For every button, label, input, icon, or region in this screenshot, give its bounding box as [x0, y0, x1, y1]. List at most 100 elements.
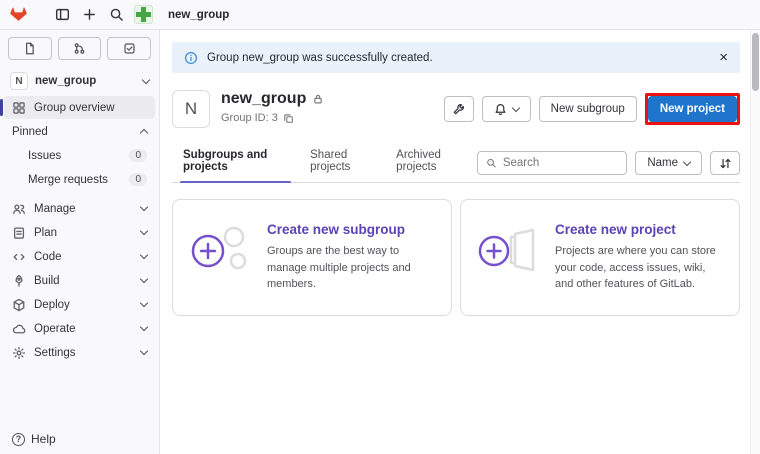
- chevron-down-icon: [139, 322, 149, 332]
- users-icon: [12, 202, 26, 216]
- scrollbar[interactable]: [750, 30, 760, 454]
- sidebar-item-merge-requests[interactable]: Merge requests 0: [4, 168, 155, 191]
- create-subgroup-link[interactable]: Create new subgroup: [267, 222, 435, 237]
- close-icon[interactable]: ×: [719, 50, 728, 65]
- card-text: Create new project Projects are where yo…: [555, 222, 723, 293]
- sidebar: N new_group Group overview Pinned Issues…: [0, 30, 160, 454]
- help-icon: ?: [12, 432, 25, 446]
- group-avatar: N: [10, 72, 28, 90]
- cloud-icon: [12, 322, 26, 336]
- chevron-down-icon: [141, 75, 151, 84]
- issues-count-badge: 0: [129, 149, 147, 162]
- sidebar-item-label: Build: [34, 274, 60, 287]
- sidebar-item-label: Merge requests: [28, 173, 108, 186]
- chevron-down-icon: [139, 298, 149, 308]
- group-id-label: Group ID: 3: [221, 112, 278, 124]
- overview-grid-icon: [12, 101, 26, 115]
- rocket-icon: [12, 274, 26, 288]
- sort-direction-button[interactable]: [710, 151, 740, 175]
- lock-icon: [314, 94, 323, 104]
- sidebar-item-label: Manage: [34, 202, 76, 215]
- sidebar-item-settings[interactable]: Settings: [4, 341, 155, 364]
- sidebar-item-build[interactable]: Build: [4, 269, 155, 292]
- sidebar-toggle-icon[interactable]: [53, 6, 71, 24]
- alert-message: Group new_group was successfully created…: [207, 51, 433, 64]
- sidebar-item-label: Code: [34, 250, 62, 263]
- help-button[interactable]: ? Help: [0, 432, 68, 446]
- sidebar-section-label: Pinned: [12, 125, 48, 138]
- topbar-icon-group: [53, 5, 153, 24]
- tab-subgroups-and-projects[interactable]: Subgroups and projects: [172, 141, 299, 183]
- filter-controls: Name: [477, 151, 740, 182]
- header-actions: New subgroup New project: [443, 93, 740, 125]
- user-avatar[interactable]: [134, 5, 153, 24]
- clipboard-icon: [12, 226, 26, 240]
- sidebar-group-switcher[interactable]: N new_group: [4, 68, 155, 94]
- sort-by-dropdown[interactable]: Name: [635, 151, 702, 175]
- gitlab-logo-icon[interactable]: [9, 6, 27, 24]
- chevron-down-icon: [139, 226, 149, 236]
- create-project-card: Create new project Projects are where yo…: [460, 199, 740, 316]
- merge-request-shortcut-button[interactable]: [57, 37, 102, 60]
- topbar-left: [0, 5, 160, 24]
- sort-direction-icon: [720, 158, 730, 168]
- create-subgroup-card: Create new subgroup Groups are the best …: [172, 199, 452, 316]
- sidebar-item-label: Issues: [28, 149, 62, 162]
- top-bar: new_group: [0, 0, 760, 30]
- sidebar-section-pinned[interactable]: Pinned: [4, 120, 155, 143]
- bell-icon: [495, 103, 506, 115]
- search-input[interactable]: [502, 157, 619, 169]
- subgroup-illustration-icon: [191, 226, 247, 270]
- new-subgroup-button[interactable]: New subgroup: [538, 96, 637, 122]
- group-name: new_group: [35, 75, 97, 87]
- active-indicator: [0, 99, 3, 116]
- card-text: Create new subgroup Groups are the best …: [267, 222, 435, 293]
- chevron-down-icon: [139, 250, 149, 260]
- scrollbar-thumb[interactable]: [752, 33, 759, 91]
- todo-shortcut-button[interactable]: [107, 37, 152, 60]
- sidebar-item-plan[interactable]: Plan: [4, 221, 155, 244]
- tabs-row: Subgroups and projects Shared projects A…: [172, 141, 740, 183]
- main-content: Group new_group was successfully created…: [160, 30, 750, 454]
- empty-state-cards: Create new subgroup Groups are the best …: [172, 199, 740, 316]
- notifications-dropdown-button[interactable]: [481, 96, 531, 122]
- search-icon: [487, 158, 496, 168]
- create-new-icon[interactable]: [80, 6, 98, 24]
- wrench-button[interactable]: [443, 96, 474, 122]
- sort-by-label: Name: [647, 157, 678, 169]
- code-icon: [12, 250, 26, 264]
- help-label: Help: [31, 432, 56, 446]
- package-icon: [12, 298, 26, 312]
- page-title: new_group: [221, 90, 307, 107]
- chevron-down-icon: [139, 346, 149, 356]
- annotation-highlight: New project: [644, 93, 740, 125]
- project-illustration-icon: [478, 228, 535, 272]
- info-icon: [184, 51, 198, 64]
- copy-icon[interactable]: [283, 113, 294, 124]
- tab-archived-projects[interactable]: Archived projects: [385, 141, 477, 182]
- search-icon[interactable]: [107, 6, 125, 24]
- group-header-avatar: N: [172, 90, 210, 128]
- sidebar-item-manage[interactable]: Manage: [4, 197, 155, 220]
- create-project-link[interactable]: Create new project: [555, 222, 723, 237]
- tab-shared-projects[interactable]: Shared projects: [299, 141, 385, 182]
- chevron-up-icon: [139, 128, 149, 138]
- sidebar-item-issues[interactable]: Issues 0: [4, 144, 155, 167]
- sidebar-item-operate[interactable]: Operate: [4, 317, 155, 340]
- sidebar-item-label: Settings: [34, 346, 76, 359]
- issues-shortcut-button[interactable]: [8, 37, 52, 60]
- chevron-down-icon: [682, 157, 692, 166]
- sidebar-item-group-overview[interactable]: Group overview: [0, 96, 155, 119]
- card-description: Groups are the best way to manage multip…: [267, 245, 411, 290]
- sidebar-item-label: Operate: [34, 322, 76, 335]
- breadcrumb[interactable]: new_group: [168, 9, 229, 21]
- sidebar-item-code[interactable]: Code: [4, 245, 155, 268]
- new-project-button[interactable]: New project: [647, 96, 737, 122]
- chevron-down-icon: [511, 103, 520, 112]
- sidebar-item-label: Plan: [34, 226, 58, 239]
- sidebar-shortcuts: [0, 37, 159, 68]
- sidebar-item-deploy[interactable]: Deploy: [4, 293, 155, 316]
- sidebar-item-label: Deploy: [34, 298, 70, 311]
- success-alert: Group new_group was successfully created…: [172, 42, 740, 73]
- chevron-down-icon: [139, 202, 149, 212]
